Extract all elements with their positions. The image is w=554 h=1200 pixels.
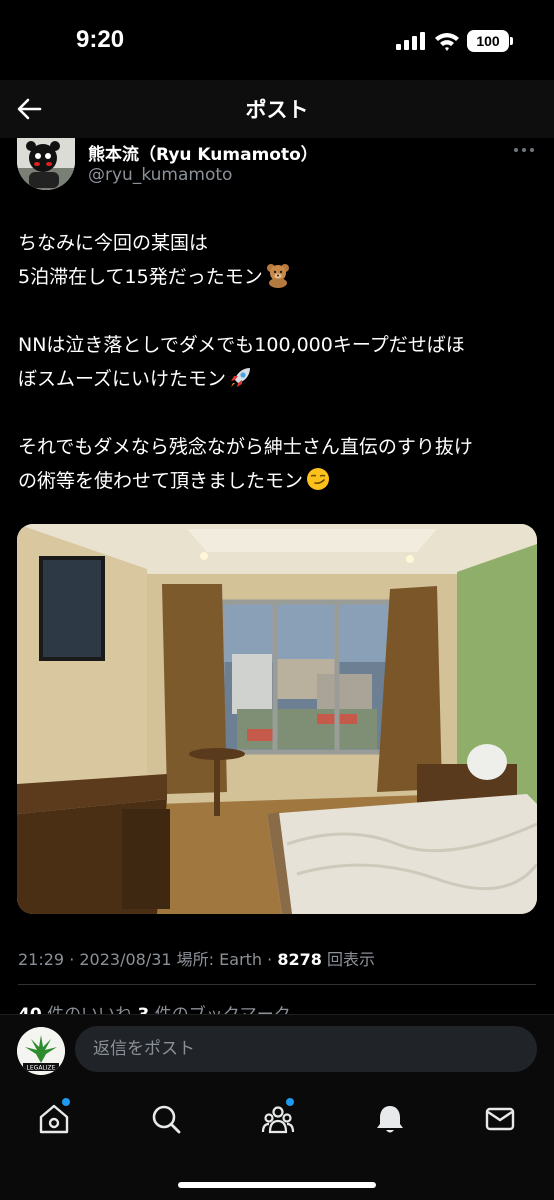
post-line: ちなみに今回の某国は	[18, 232, 209, 254]
search-icon[interactable]	[149, 1102, 183, 1136]
bottom-tab-bar	[0, 1082, 554, 1200]
home-notification-dot	[62, 1098, 70, 1106]
battery-nub	[510, 37, 513, 45]
communities-notification-dot	[286, 1098, 294, 1106]
smirk-face-icon	[307, 468, 330, 490]
views-label: 回表示	[321, 950, 375, 969]
divider	[18, 984, 536, 985]
header: ポスト	[0, 80, 554, 138]
communities-icon[interactable]	[261, 1102, 295, 1136]
post-line-with-emoji: の術等を使わせて頂きましたモン	[18, 464, 538, 498]
rocket-icon	[231, 368, 251, 387]
page-title: ポスト	[245, 98, 309, 122]
status-bar: 9:20 100	[0, 0, 554, 80]
reply-bar: LEGALIZE	[0, 1014, 554, 1082]
post-line-with-emoji: 5泊滞在して15発だったモン	[18, 260, 538, 294]
post-line: ぼスムーズにいけたモン	[18, 368, 227, 390]
battery-indicator: 100	[467, 30, 509, 52]
more-options-icon[interactable]	[512, 143, 536, 157]
post-line: の術等を使わせて頂きましたモン	[18, 470, 304, 492]
author-name[interactable]: 熊本流（Ryu Kumamoto）	[88, 140, 318, 165]
post-line-with-emoji: ぼスムーズにいけたモン	[18, 362, 538, 396]
author-avatar[interactable]	[17, 138, 75, 190]
post-line: 5泊滞在して15発だったモン	[18, 266, 263, 288]
mail-icon[interactable]	[483, 1102, 517, 1136]
home-icon[interactable]	[37, 1102, 71, 1136]
post-timestamp: 21:29 · 2023/08/31	[18, 950, 177, 969]
views-count: 8278	[277, 950, 322, 969]
bell-icon[interactable]	[373, 1102, 407, 1136]
post-line: それでもダメなら残念ながら紳士さん直伝のすり抜け	[18, 436, 473, 458]
battery-level: 100	[476, 33, 500, 49]
teddy-bear-icon	[266, 264, 289, 288]
status-time: 9:20	[76, 26, 125, 53]
post-location: 場所: Earth ·	[176, 950, 278, 969]
reply-input[interactable]	[75, 1026, 537, 1072]
avatar-logo-text: LEGALIZE	[27, 1065, 56, 1072]
cellular-signal-icon	[396, 32, 425, 50]
user-avatar[interactable]: LEGALIZE	[17, 1027, 65, 1075]
post-photo[interactable]	[17, 524, 537, 914]
wifi-icon	[435, 33, 459, 51]
post-line: NNは泣き落としでダメでも100,000キープだせばほ	[18, 334, 465, 356]
author-handle[interactable]: @ryu_kumamoto	[88, 165, 232, 185]
post-text: ちなみに今回の某国は 5泊滞在して15発だったモン NNは泣き落としでダメでも1…	[18, 226, 538, 498]
post-meta: 21:29 · 2023/08/31 場所: Earth · 8278 回表示	[18, 946, 375, 970]
home-indicator	[178, 1182, 376, 1188]
